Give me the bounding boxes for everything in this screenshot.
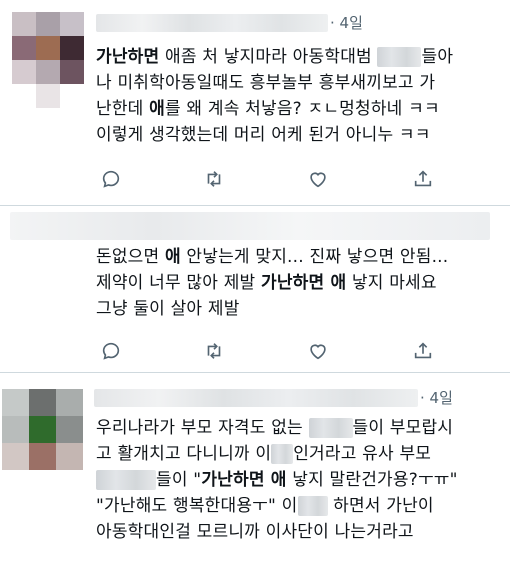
share-icon[interactable] (412, 168, 434, 190)
username-blurred (96, 14, 328, 32)
text-line: "가난해도 행복한대용ㅜ" 이 하면서 가난이 (96, 496, 434, 516)
text-line: 가난하면 애좀 처 낳지마라 아동학대범 들아 (96, 47, 454, 67)
text-line: 우리나라가 부모 자격도 없는 들이 부모랍시 (96, 418, 454, 438)
heart-icon[interactable] (307, 340, 329, 362)
avatar[interactable] (2, 389, 83, 470)
tweet-text: 돈없으면 애 안낳는게 맞지... 진짜 낳으면 안됨... 제약이 너무 많아… (96, 244, 448, 322)
text-line: 들이 "가난하면 애 낳지 말란건가용?ㅜㅠ" (96, 467, 458, 493)
text-line: 이렇게 생각했는데 머리 어케 된거 아니누 ㅋㅋ (96, 125, 431, 145)
reply-icon[interactable] (100, 340, 122, 362)
text-line: 나 미취학아동일때도 흥부놀부 흥부새끼보고 가 (96, 73, 436, 93)
tweet-2[interactable]: 돈없으면 애 안낳는게 맞지... 진짜 낳으면 안됨... 제약이 너무 많아… (0, 206, 510, 366)
avatar[interactable] (12, 12, 84, 84)
reply-icon[interactable] (100, 168, 122, 190)
redacted-text (96, 470, 156, 490)
timestamp: · 4일 (420, 389, 453, 407)
tweet-3[interactable]: · 4일 우리나라가 부모 자격도 없는 들이 부모랍시 고 활개치고 다니니까… (0, 373, 510, 566)
redacted-text (377, 47, 422, 67)
text-line: 아동학대인걸 모르니까 이사단이 나는거라고 (96, 522, 414, 542)
redacted-text (271, 444, 294, 464)
redacted-text (297, 496, 328, 516)
tweet-text: 우리나라가 부모 자격도 없는 들이 부모랍시 고 활개치고 다니니까 이 인거라… (96, 415, 458, 545)
text-line: 돈없으면 애 안낳는게 맞지... 진짜 낳으면 안됨... (96, 247, 449, 267)
tweet-1[interactable]: · 4일 가난하면 애좀 처 낳지마라 아동학대범 들아 나 미취학아동일때도 … (0, 0, 510, 205)
header-blurred (10, 212, 490, 240)
avatar-fragment (36, 84, 60, 108)
retweet-icon[interactable] (203, 168, 225, 190)
text-line: 제약이 너무 많아 제발 가난하면 애 낳지 마세요 (96, 273, 437, 293)
text-line: 고 활개치고 다니니까 이 인거라고 유사 부모 (96, 444, 432, 464)
username-blurred (94, 389, 418, 407)
text-line: 그냥 둘이 살아 제발 (96, 299, 240, 319)
timestamp: · 4일 (330, 14, 363, 32)
share-icon[interactable] (412, 340, 434, 362)
retweet-icon[interactable] (203, 340, 225, 362)
heart-icon[interactable] (307, 168, 329, 190)
text-line: 난한데 애를 왜 계속 처낳음? ㅈㄴ멍청하네 ㅋㅋ (96, 99, 440, 119)
tweet-text: 가난하면 애좀 처 낳지마라 아동학대범 들아 나 미취학아동일때도 흥부놀부 … (96, 44, 453, 148)
redacted-text (308, 418, 353, 438)
